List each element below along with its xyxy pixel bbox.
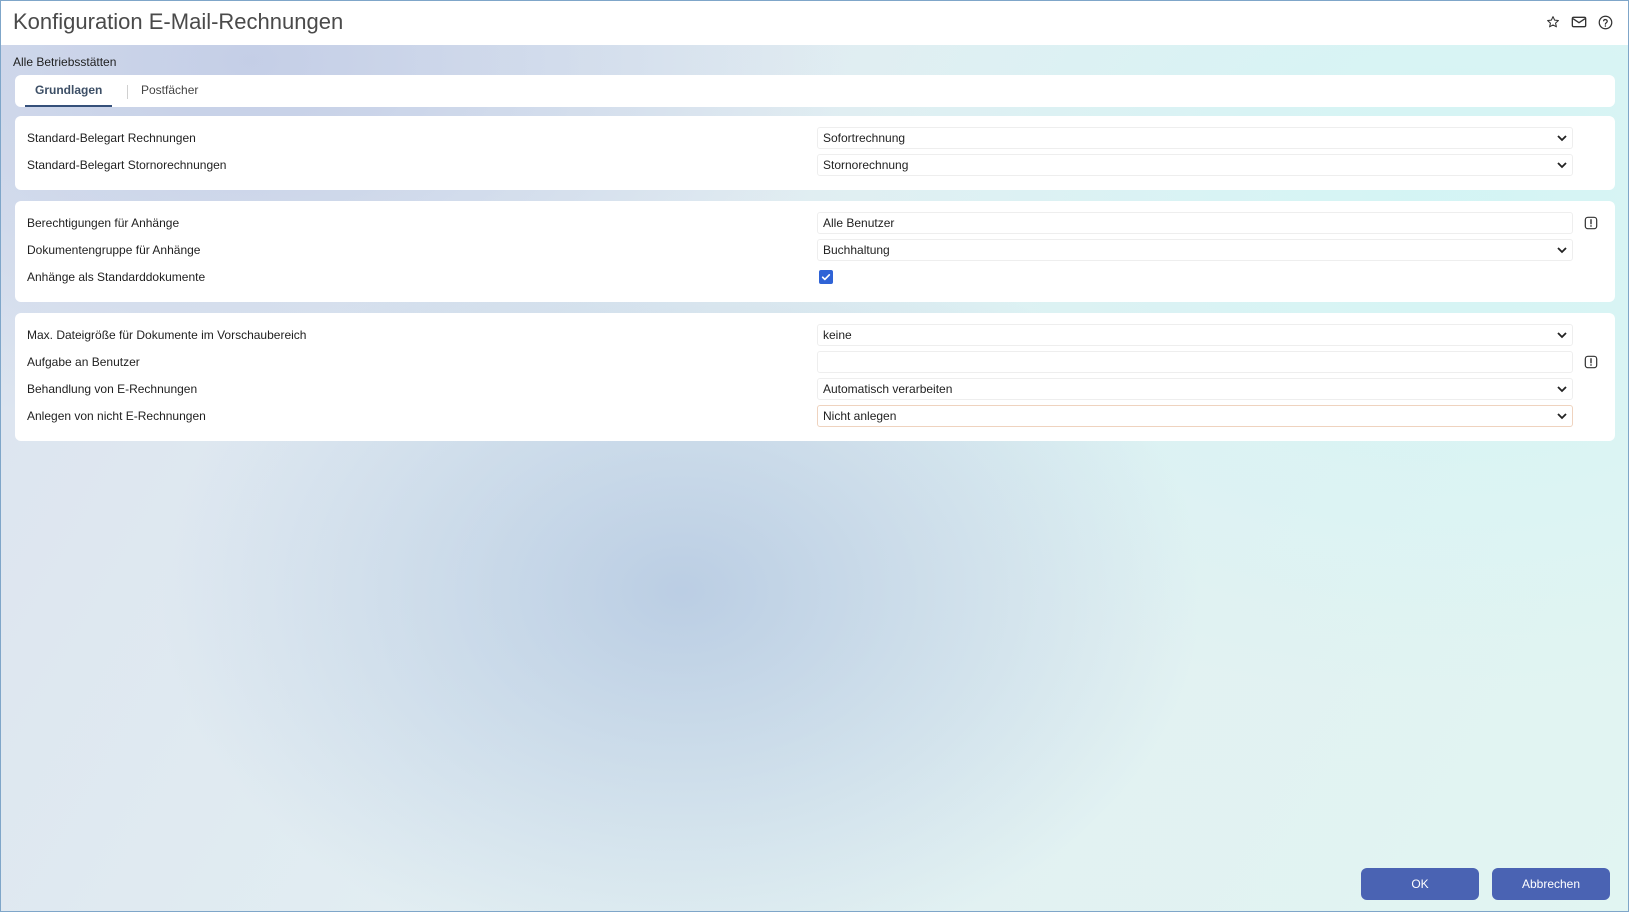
docgroup-label: Dokumentengruppe für Anhänge: [27, 243, 201, 257]
chevron-down-icon: [1557, 247, 1567, 254]
docgroup-value: Buchhaltung: [823, 243, 890, 257]
max-size-select[interactable]: keine: [817, 324, 1573, 346]
row-non-einvoice: Anlegen von nicht E-Rechnungen Nicht anl…: [15, 403, 1615, 429]
non-einvoice-value: Nicht anlegen: [823, 409, 897, 423]
cancel-type-value: Stornorechnung: [823, 158, 909, 172]
row-permissions: Berechtigungen für Anhänge Alle Benutzer: [15, 210, 1615, 236]
mail-icon[interactable]: [1570, 13, 1588, 31]
tab-postfaecher[interactable]: Postfächer: [131, 75, 208, 107]
card-anhaenge: Berechtigungen für Anhänge Alle Benutzer…: [15, 201, 1615, 302]
invoice-type-label: Standard-Belegart Rechnungen: [27, 131, 196, 145]
ok-button[interactable]: OK: [1361, 868, 1479, 900]
card-belegart: Standard-Belegart Rechnungen Sofortrechn…: [15, 116, 1615, 190]
cancel-button[interactable]: Abbrechen: [1492, 868, 1610, 900]
star-icon[interactable]: [1544, 13, 1562, 31]
non-einvoice-label: Anlegen von nicht E-Rechnungen: [27, 409, 206, 423]
tab-grundlagen[interactable]: Grundlagen: [25, 75, 113, 107]
chevron-down-icon: [1557, 162, 1567, 169]
card-verarbeitung: Max. Dateigröße für Dokumente im Vorscha…: [15, 313, 1615, 441]
row-docgroup: Dokumentengruppe für Anhänge Buchhaltung: [15, 237, 1615, 263]
invoice-type-value: Sofortrechnung: [823, 131, 906, 145]
standard-docs-checkbox[interactable]: [819, 270, 833, 284]
chevron-down-icon: [1557, 135, 1567, 142]
page-title: Konfiguration E-Mail-Rechnungen: [13, 9, 344, 34]
config-window: Konfiguration E-Mail-Rechnungen Alle Bet…: [0, 0, 1629, 912]
max-size-value: keine: [823, 328, 852, 342]
row-max-size: Max. Dateigröße für Dokumente im Vorscha…: [15, 322, 1615, 348]
max-size-label: Max. Dateigröße für Dokumente im Vorscha…: [27, 328, 307, 342]
permissions-value: Alle Benutzer: [823, 216, 895, 230]
cancel-type-select[interactable]: Stornorechnung: [817, 154, 1573, 176]
help-icon[interactable]: [1596, 13, 1614, 31]
invoice-type-select[interactable]: Sofortrechnung: [817, 127, 1573, 149]
row-task-user: Aufgabe an Benutzer: [15, 349, 1615, 375]
row-cancel-type: Standard-Belegart Stornorechnungen Storn…: [15, 152, 1615, 178]
permissions-label: Berechtigungen für Anhänge: [27, 216, 180, 230]
title-bar: Konfiguration E-Mail-Rechnungen: [1, 1, 1628, 45]
title-icons: [1544, 13, 1614, 31]
cancel-type-label: Standard-Belegart Stornorechnungen: [27, 158, 227, 172]
einvoice-label: Behandlung von E-Rechnungen: [27, 382, 198, 396]
docgroup-select[interactable]: Buchhaltung: [817, 239, 1573, 261]
row-standard-docs: Anhänge als Standarddokumente: [15, 264, 1615, 290]
standard-docs-label: Anhänge als Standarddokumente: [27, 270, 206, 284]
task-user-info-icon[interactable]: [1583, 354, 1599, 370]
permissions-field[interactable]: Alle Benutzer: [817, 212, 1573, 234]
chevron-down-icon: [1557, 386, 1567, 393]
tab-bar: Grundlagen Postfächer: [15, 75, 1615, 107]
chevron-down-icon: [1557, 332, 1567, 339]
non-einvoice-select[interactable]: Nicht anlegen: [817, 405, 1573, 427]
permissions-info-icon[interactable]: [1583, 215, 1599, 231]
tab-divider: [127, 85, 128, 99]
checkmark-icon: [821, 274, 831, 281]
row-einvoice: Behandlung von E-Rechnungen Automatisch …: [15, 376, 1615, 402]
chevron-down-icon: [1557, 413, 1567, 420]
einvoice-value: Automatisch verarbeiten: [823, 382, 953, 396]
einvoice-select[interactable]: Automatisch verarbeiten: [817, 378, 1573, 400]
task-user-field[interactable]: [817, 351, 1573, 373]
task-user-label: Aufgabe an Benutzer: [27, 355, 140, 369]
scope-label: Alle Betriebsstätten: [13, 55, 117, 69]
row-invoice-type: Standard-Belegart Rechnungen Sofortrechn…: [15, 125, 1615, 151]
